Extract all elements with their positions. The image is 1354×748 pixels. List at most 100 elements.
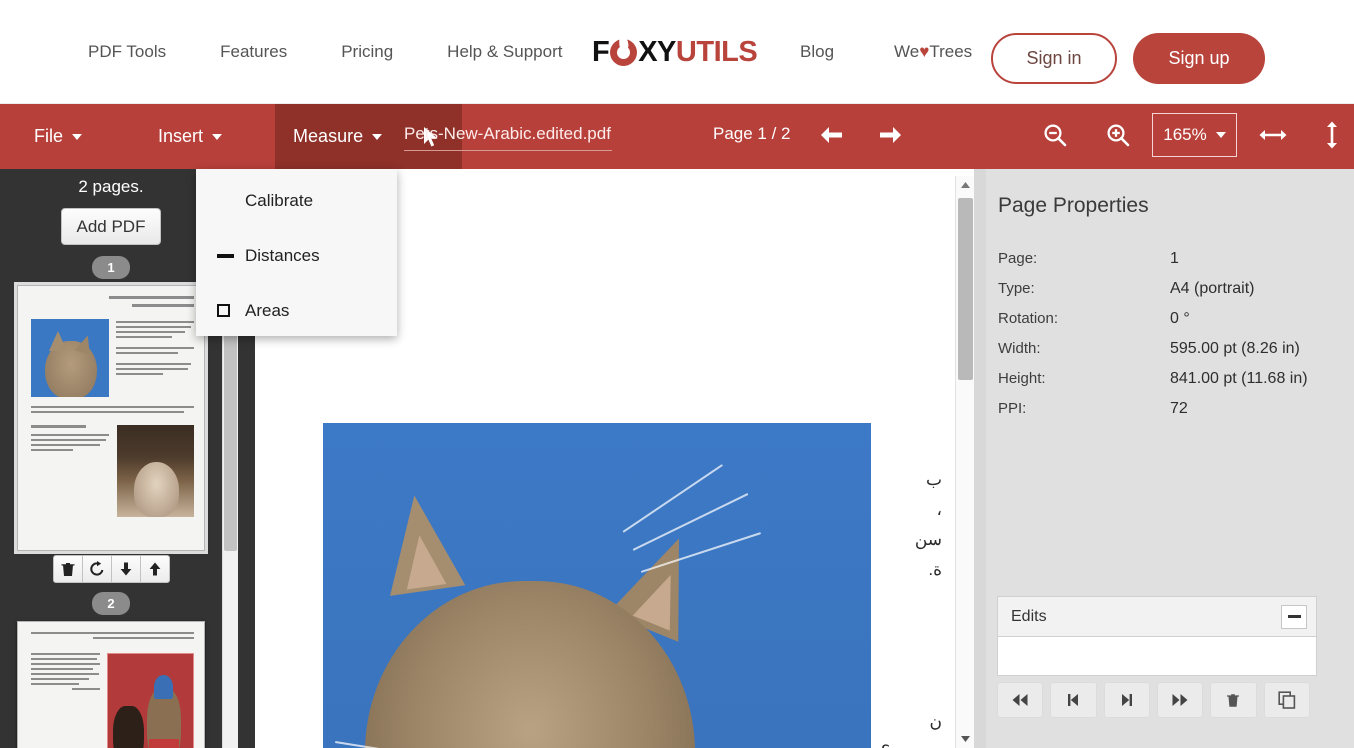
nav-item-help-support[interactable]: Help & Support [447, 42, 562, 62]
nav-item-blog[interactable]: Blog [800, 42, 834, 62]
move-page-down-button[interactable] [111, 555, 141, 583]
page-indicator: Page 1 / 2 [713, 124, 791, 143]
thumbnail-item-1: 1 [0, 256, 222, 583]
trash-icon [1227, 694, 1240, 707]
document-scrollbar-thumb[interactable] [958, 198, 973, 380]
caret-up-icon [961, 182, 970, 188]
page-count-label: 2 pages. [78, 177, 144, 196]
cat-photo [323, 423, 871, 748]
flame-icon [610, 33, 638, 67]
rotate-page-button[interactable] [82, 555, 112, 583]
edits-first-button[interactable] [997, 682, 1044, 718]
nav-item-pdf-tools[interactable]: PDF Tools [88, 42, 166, 62]
sign-up-button[interactable]: Sign up [1133, 33, 1265, 84]
page-properties-title: Page Properties [998, 194, 1149, 217]
foxyutils-logo[interactable]: F XY UTILS [592, 33, 758, 68]
edits-previous-button[interactable] [1050, 682, 1097, 718]
delete-page-button[interactable] [53, 555, 83, 583]
foxyutils-pdf-editor-app: PDF Tools Features Pricing Help & Suppor… [0, 0, 1354, 748]
edits-header: Edits [997, 596, 1317, 636]
primary-nav: PDF Tools Features Pricing Help & Suppor… [88, 42, 616, 62]
measure-menu-item-distances[interactable]: Distances [196, 228, 397, 283]
chevron-down-icon [212, 133, 223, 140]
edits-title: Edits [1011, 607, 1047, 625]
sign-in-button[interactable]: Sign in [991, 33, 1117, 84]
property-row-rotation: Rotation: 0 ° [998, 310, 1190, 327]
page-properties-list: Page: 1 Type: A4 (portrait) Rotation: 0 … [998, 248, 1344, 419]
chevron-down-icon [1215, 132, 1226, 138]
arrow-down-icon [120, 562, 132, 576]
thumbnail-item-2: 2 [0, 592, 222, 748]
scroll-down-button[interactable] [956, 730, 975, 748]
logo-text-utils: UTILS [675, 36, 758, 68]
document-scrollbar[interactable] [955, 176, 974, 748]
property-row-ppi: PPI: 72 [998, 400, 1188, 417]
step-forward-icon [1121, 694, 1132, 706]
line-icon [217, 253, 245, 258]
arrow-left-icon [821, 127, 842, 143]
logo-text-f: F [592, 36, 610, 68]
copy-icon [1278, 691, 1295, 709]
filename-input[interactable] [404, 117, 612, 151]
arrow-up-icon [149, 562, 161, 576]
property-row-height: Height: 841.00 pt (11.68 in) [998, 370, 1308, 387]
measure-dropdown-menu: Calibrate Distances Areas [196, 169, 397, 336]
property-row-type: Type: A4 (portrait) [998, 280, 1255, 297]
arrow-right-icon [880, 127, 901, 143]
property-row-page: Page: 1 [998, 250, 1179, 267]
panel-divider [974, 169, 986, 748]
toolbar-menu-measure[interactable]: Measure [275, 104, 401, 169]
caret-down-icon [961, 736, 970, 742]
nav-item-pricing[interactable]: Pricing [341, 42, 393, 62]
logo-text-xy: XY [638, 36, 676, 68]
page-number-badge: 1 [92, 256, 130, 279]
nav-item-we-love-trees[interactable]: We♥Trees [894, 42, 972, 62]
measure-menu-item-areas[interactable]: Areas [196, 283, 397, 338]
page-thumbnail[interactable] [17, 621, 205, 748]
square-icon [217, 304, 245, 317]
next-page-button[interactable] [872, 117, 910, 153]
chevron-down-icon [372, 133, 383, 140]
pages-sidebar: 2 pages. Add PDF 1 2 [0, 169, 222, 748]
measure-menu-item-calibrate[interactable]: Calibrate [196, 173, 397, 228]
zoom-out-button[interactable] [1036, 117, 1074, 153]
heart-icon: ♥ [919, 41, 930, 61]
zoom-in-icon [1107, 124, 1130, 147]
fit-width-icon [1259, 130, 1287, 140]
zoom-level-select[interactable]: 165% [1152, 113, 1237, 157]
move-page-up-button[interactable] [140, 555, 170, 583]
step-back-icon [1068, 694, 1079, 706]
edits-panel: Edits [997, 596, 1317, 718]
page-thumbnail[interactable] [14, 282, 208, 554]
edits-last-button[interactable] [1156, 682, 1204, 718]
fit-height-icon [1327, 121, 1337, 149]
previous-page-button[interactable] [812, 117, 850, 153]
scroll-up-button[interactable] [956, 176, 975, 194]
edits-toolbar [997, 682, 1317, 718]
cat-ear-inner-left [399, 532, 447, 590]
edits-list[interactable] [997, 636, 1317, 676]
minimize-icon[interactable] [1281, 604, 1307, 629]
page-tools [0, 555, 222, 583]
trash-icon [61, 563, 75, 576]
toolbar-menu-insert[interactable]: Insert [140, 104, 240, 169]
edits-delete-button[interactable] [1210, 682, 1257, 718]
skip-last-icon [1172, 694, 1188, 706]
fit-height-button[interactable] [1313, 117, 1351, 153]
property-row-width: Width: 595.00 pt (8.26 in) [998, 340, 1300, 357]
zoom-out-icon [1044, 124, 1067, 147]
chevron-down-icon [72, 133, 83, 140]
add-pdf-button[interactable]: Add PDF [61, 208, 161, 245]
fit-width-button[interactable] [1254, 117, 1292, 153]
rotate-icon [90, 561, 104, 576]
editor-toolbar: File Insert Measure [0, 104, 1354, 169]
site-header: PDF Tools Features Pricing Help & Suppor… [0, 0, 1354, 104]
zoom-in-button[interactable] [1099, 117, 1137, 153]
edits-copy-button[interactable] [1263, 682, 1310, 718]
edits-next-button[interactable] [1103, 682, 1150, 718]
skip-first-icon [1012, 694, 1028, 706]
nav-item-features[interactable]: Features [220, 42, 287, 62]
page-number-badge: 2 [92, 592, 130, 615]
zoom-level-value: 165% [1163, 125, 1207, 144]
toolbar-menu-file[interactable]: File [16, 104, 100, 169]
